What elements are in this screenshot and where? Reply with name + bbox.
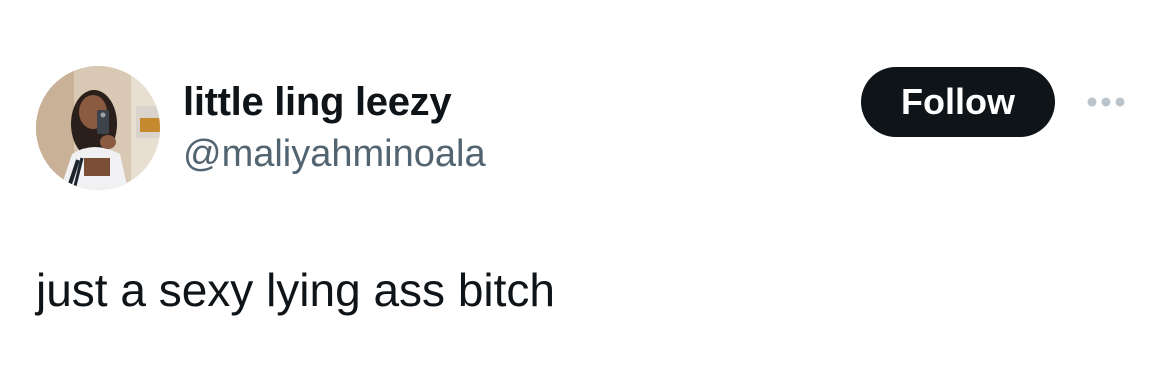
follow-button[interactable]: Follow: [861, 67, 1055, 137]
more-options-button[interactable]: [1080, 84, 1132, 120]
avatar[interactable]: [36, 66, 160, 190]
tweet-card: little ling leezy @maliyahminoala Follow…: [0, 0, 1170, 389]
author-display-name[interactable]: little ling leezy: [183, 78, 452, 126]
profile-photo-icon: [36, 66, 160, 190]
author-handle[interactable]: @maliyahminoala: [183, 131, 486, 177]
more-horizontal-icon: [1087, 97, 1125, 107]
tweet-text: just a sexy lying ass bitch: [36, 264, 556, 316]
